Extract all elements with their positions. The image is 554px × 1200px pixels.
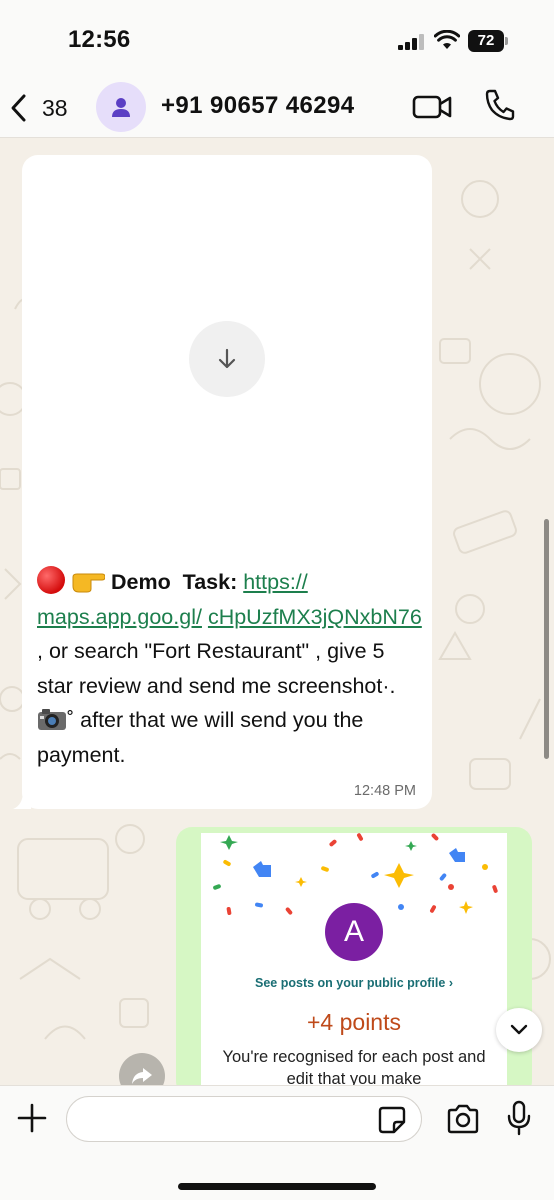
message-end: after that we will send you the payment. <box>37 708 364 767</box>
chat-area[interactable]: Demo Task: https:// maps.app.goo.gl/ cHp… <box>0 139 554 1085</box>
message-input[interactable] <box>66 1096 422 1142</box>
maps-link-part3[interactable]: cHpUzfMX3jQNxbN76 <box>208 605 422 629</box>
signal-icon <box>398 34 426 50</box>
battery-icon: 72 <box>468 30 508 52</box>
back-button[interactable]: 38 <box>8 86 68 130</box>
video-camera-icon <box>412 95 452 119</box>
points-earned: +4 points <box>307 1009 401 1035</box>
sticker-button[interactable] <box>378 1106 406 1134</box>
contact-avatar[interactable] <box>96 82 146 132</box>
review-screenshot[interactable]: A See posts on your public profile › +4 … <box>201 833 507 1085</box>
profile-avatar: A <box>325 903 383 961</box>
download-arrow-icon <box>218 348 236 369</box>
chevron-left-icon <box>11 94 26 122</box>
video-call-button[interactable] <box>412 92 452 122</box>
message-decor1: ·. <box>382 673 396 698</box>
camera-button[interactable] <box>446 1104 480 1134</box>
voice-message-button[interactable] <box>506 1100 532 1136</box>
message-body: , or search "Fort Restaurant" , give 5 s… <box>37 639 385 698</box>
camera-icon <box>447 1104 479 1134</box>
chevron-right-icon: › <box>448 976 453 990</box>
public-profile-link: See posts on your public profile › <box>255 976 453 990</box>
points-description: You're recognised for each post and edit… <box>222 1048 486 1085</box>
label-task: Task: <box>182 570 238 594</box>
bubble-tail <box>13 791 31 809</box>
forward-arrow-icon <box>132 1068 152 1084</box>
download-button[interactable] <box>189 321 265 397</box>
plus-icon <box>17 1103 47 1133</box>
home-indicator[interactable] <box>178 1183 376 1190</box>
label-demo: Demo <box>110 570 171 594</box>
chat-header: 38 +91 90657 46294 <box>0 78 554 138</box>
microphone-icon <box>507 1100 531 1136</box>
voice-call-button[interactable] <box>484 88 516 122</box>
message-time: 12:48 PM <box>353 783 416 799</box>
chat-scrollbar[interactable] <box>544 519 549 759</box>
incoming-message[interactable]: Demo Task: https:// maps.app.goo.gl/ cHp… <box>13 155 432 809</box>
status-time: 12:56 <box>68 26 131 53</box>
battery-level: 72 <box>468 30 504 52</box>
attach-button[interactable] <box>16 1102 48 1134</box>
unread-count: 38 <box>42 94 68 121</box>
wifi-icon <box>434 30 460 49</box>
red-circle-emoji <box>37 566 65 594</box>
sticker-icon <box>378 1106 406 1134</box>
person-icon <box>112 98 130 117</box>
phone-icon <box>485 89 515 121</box>
camera-emoji <box>38 709 66 730</box>
message-composer <box>0 1085 554 1200</box>
pointing-finger-emoji <box>72 573 105 593</box>
message-text: Demo Task: https:// maps.app.goo.gl/ cHp… <box>37 565 425 772</box>
maps-link-part1[interactable]: https:// <box>243 570 308 594</box>
maps-link-part2[interactable]: maps.app.goo.gl/ <box>37 605 202 629</box>
scroll-to-bottom-button[interactable] <box>496 1008 542 1052</box>
status-bar: 12:56 72 <box>0 0 554 78</box>
contact-name[interactable]: +91 90657 46294 <box>161 92 355 120</box>
chevron-down-icon <box>510 1024 528 1035</box>
